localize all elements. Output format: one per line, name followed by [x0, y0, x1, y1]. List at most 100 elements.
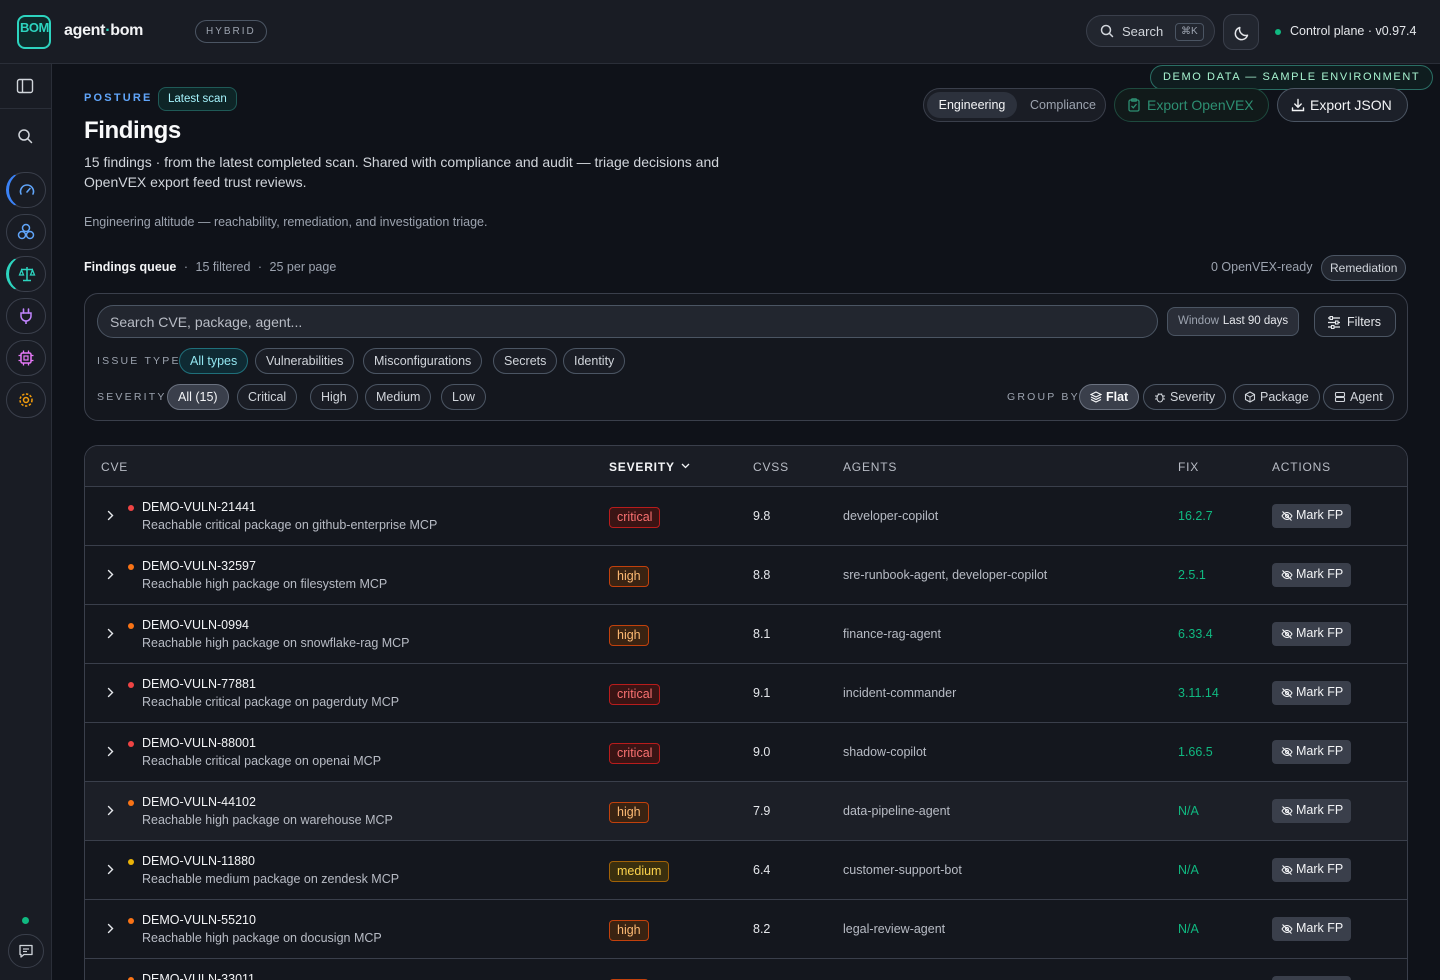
column-header-cve[interactable]: CVE	[101, 460, 128, 474]
separator: ·	[183, 260, 189, 274]
cve-id[interactable]: DEMO-VULN-0994	[142, 618, 249, 632]
agents-cell: shadow-copilot	[843, 745, 927, 759]
feedback-button[interactable]	[8, 934, 44, 968]
global-search-button[interactable]: Search ⌘K	[1086, 15, 1215, 47]
cve-id[interactable]: DEMO-VULN-21441	[142, 500, 256, 514]
mark-fp-button[interactable]: Mark FP	[1272, 740, 1351, 764]
nav-item-dashboard[interactable]	[6, 172, 46, 208]
table-row[interactable]: DEMO-VULN-11880 Reachable medium package …	[85, 841, 1407, 900]
findings-search-input[interactable]	[97, 305, 1158, 338]
chevron-right-icon[interactable]	[107, 628, 114, 639]
severity-badge: high	[609, 802, 649, 823]
table-row[interactable]: DEMO-VULN-0994 Reachable high package on …	[85, 605, 1407, 664]
brand-name[interactable]: agent·bom	[64, 22, 143, 40]
demo-data-banner: DEMO DATA — SAMPLE ENVIRONMENT	[1150, 65, 1434, 90]
mark-fp-label: Mark FP	[1296, 567, 1344, 581]
issue-type-chip[interactable]: All types	[179, 348, 249, 374]
mark-fp-button[interactable]: Mark FP	[1272, 504, 1351, 528]
cve-id[interactable]: DEMO-VULN-44102	[142, 795, 256, 809]
table-row[interactable]: DEMO-VULN-88001 Reachable critical packag…	[85, 723, 1407, 782]
group-by-flat[interactable]: Flat	[1079, 384, 1140, 410]
tab-compliance[interactable]: Compliance	[1022, 92, 1104, 118]
group-by-package[interactable]: Package	[1233, 384, 1320, 410]
cve-id[interactable]: DEMO-VULN-11880	[142, 854, 255, 868]
brand-prefix: agent	[64, 22, 106, 39]
chevron-right-icon[interactable]	[107, 923, 114, 934]
column-header-agents[interactable]: AGENTS	[843, 460, 897, 474]
group-by-agent[interactable]: Agent	[1323, 384, 1394, 410]
sidebar-search-button[interactable]	[17, 128, 33, 147]
cve-id[interactable]: DEMO-VULN-77881	[142, 677, 256, 691]
mark-fp-button[interactable]: Mark FP	[1272, 622, 1351, 646]
nav-item-runtime[interactable]	[6, 340, 46, 376]
filters-button[interactable]: Filters	[1314, 306, 1396, 337]
mark-fp-label: Mark FP	[1296, 685, 1344, 699]
mark-fp-button[interactable]: Mark FP	[1272, 563, 1351, 587]
severity-chip[interactable]: Medium	[365, 384, 432, 410]
column-header-cvss[interactable]: CVSS	[753, 460, 789, 474]
queue-page-size: 25 per page	[269, 260, 337, 274]
cve-id[interactable]: DEMO-VULN-88001	[142, 736, 256, 750]
severity-dot	[128, 682, 134, 688]
issue-type-chip[interactable]: Vulnerabilities	[255, 348, 355, 374]
nav-item-posture[interactable]	[6, 256, 46, 292]
queue-title: Findings queue	[84, 260, 177, 274]
app-logo[interactable]: BOM	[17, 15, 51, 49]
column-header-fix[interactable]: FIX	[1178, 460, 1199, 474]
issue-type-label: ISSUE TYPE	[97, 355, 181, 367]
theme-toggle-button[interactable]	[1223, 14, 1259, 50]
issue-type-chip[interactable]: Identity	[563, 348, 626, 374]
cve-id[interactable]: DEMO-VULN-33011	[142, 972, 255, 980]
nav-item-inventory[interactable]	[6, 214, 46, 250]
severity-badge: medium	[609, 861, 670, 882]
table-row[interactable]: DEMO-VULN-32597 Reachable high package on…	[85, 546, 1407, 605]
chevron-right-icon[interactable]	[107, 687, 114, 698]
table-row[interactable]: DEMO-VULN-77881 Reachable critical packag…	[85, 664, 1407, 723]
issue-type-chip[interactable]: Misconfigurations	[363, 348, 483, 374]
cve-id[interactable]: DEMO-VULN-32597	[142, 559, 256, 573]
severity-chip[interactable]: Critical	[237, 384, 298, 410]
agents-cell: sre-runbook-agent, developer-copilot	[843, 568, 1048, 582]
window-label: Window	[1178, 315, 1219, 327]
export-json-button[interactable]: Export JSON	[1277, 88, 1408, 122]
nav-item-integrations[interactable]	[6, 298, 46, 334]
table-row[interactable]: DEMO-VULN-55210 Reachable high package on…	[85, 900, 1407, 959]
eye-off-icon	[1281, 511, 1293, 521]
severity-dot	[128, 505, 134, 511]
remediation-button[interactable]: Remediation	[1321, 255, 1407, 281]
agents-cell: finance-rag-agent	[843, 627, 941, 641]
chevron-right-icon[interactable]	[107, 746, 114, 757]
scale-icon	[18, 267, 36, 282]
group-by-severity[interactable]: Severity	[1143, 384, 1227, 410]
tab-engineering[interactable]: Engineering	[927, 92, 1017, 118]
mark-fp-button[interactable]: Mark FP	[1272, 799, 1351, 823]
mark-fp-button[interactable]: Mark FP	[1272, 858, 1351, 882]
chevron-right-icon[interactable]	[107, 510, 114, 521]
export-openvex-button[interactable]: Export OpenVEX	[1114, 88, 1269, 122]
chevron-right-icon[interactable]	[107, 805, 114, 816]
package-icon	[1244, 391, 1256, 403]
sidebar-toggle-button[interactable]	[16, 78, 34, 97]
mark-fp-label: Mark FP	[1296, 803, 1344, 817]
fix-version: 1.66.5	[1178, 745, 1213, 759]
cve-id[interactable]: DEMO-VULN-55210	[142, 913, 256, 927]
table-row[interactable]: DEMO-VULN-44102 Reachable high package on…	[85, 782, 1407, 841]
control-plane-version: Control plane · v0.97.4	[1290, 24, 1417, 38]
chevron-right-icon[interactable]	[107, 864, 114, 875]
severity-chip[interactable]: High	[310, 384, 358, 410]
window-selector[interactable]: Window Last 90 days	[1167, 307, 1300, 336]
severity-chip[interactable]: Low	[441, 384, 486, 410]
mark-fp-button[interactable]: Mark FP	[1272, 917, 1351, 941]
mark-fp-button[interactable]: Mark FP	[1272, 976, 1351, 980]
nav-item-settings[interactable]	[6, 382, 46, 418]
column-header-severity[interactable]: SEVERITY	[609, 460, 690, 474]
severity-chip[interactable]: All (15)	[167, 384, 229, 410]
cubes-icon	[17, 223, 35, 240]
section-eyebrow: POSTURE	[84, 92, 153, 104]
table-row[interactable]: DEMO-VULN-21441 Reachable critical packag…	[85, 487, 1407, 546]
issue-type-chip[interactable]: Secrets	[493, 348, 558, 374]
fix-version: 3.11.14	[1178, 686, 1219, 700]
mark-fp-button[interactable]: Mark FP	[1272, 681, 1351, 705]
table-row[interactable]: DEMO-VULN-33011highMark FP	[85, 959, 1407, 980]
chevron-right-icon[interactable]	[107, 569, 114, 580]
